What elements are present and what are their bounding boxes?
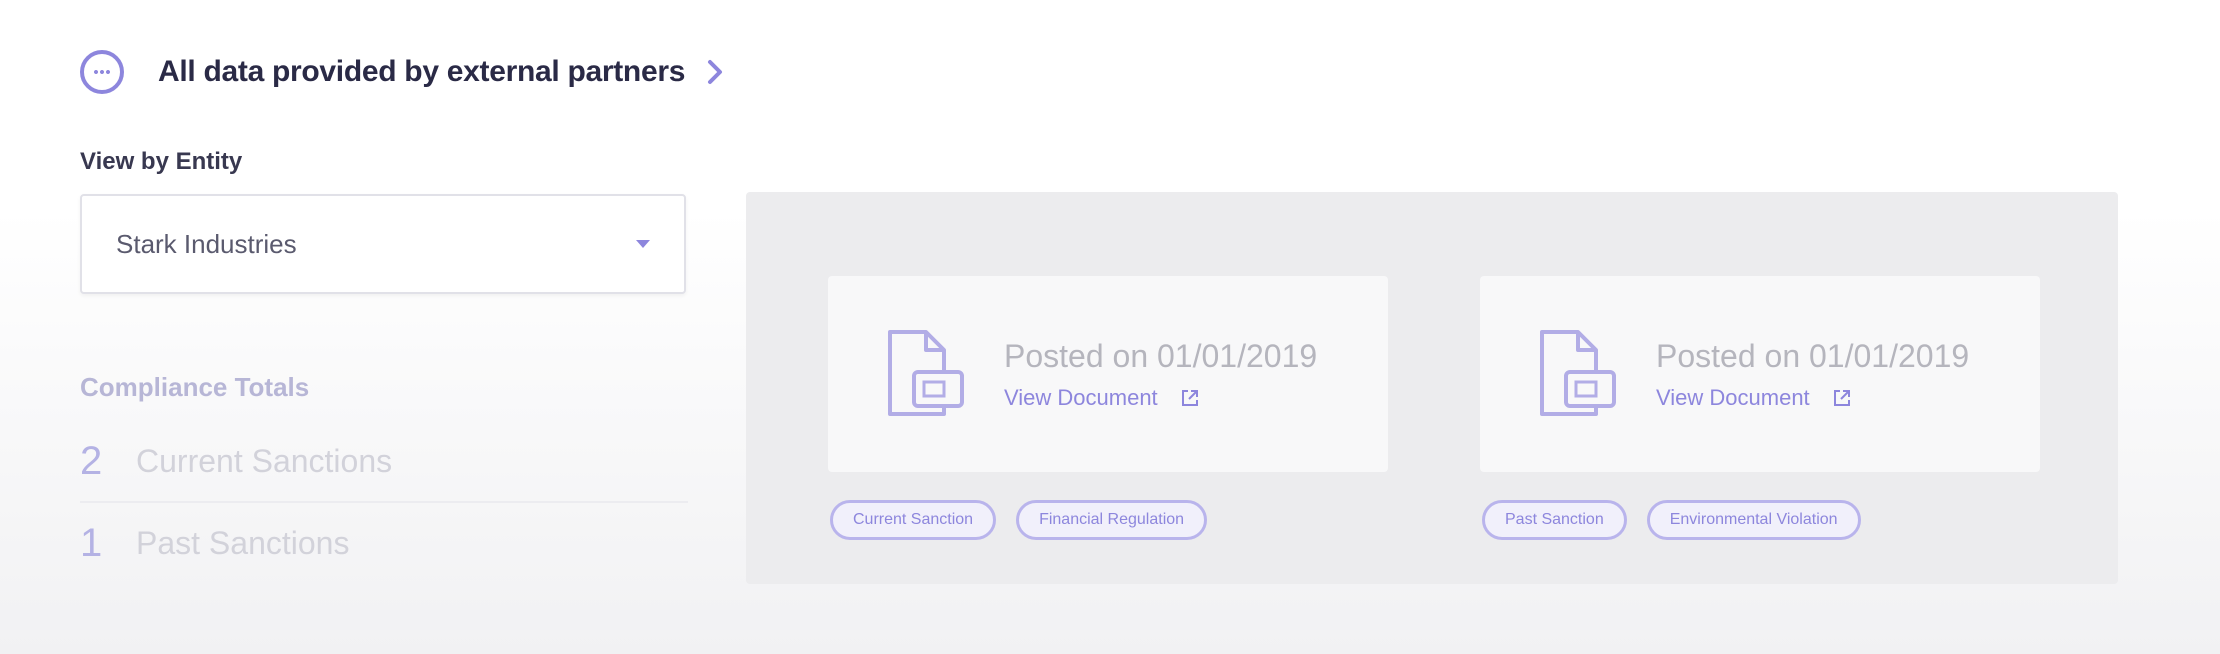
entity-select-label: View by Entity: [80, 148, 243, 175]
total-count: 1: [80, 520, 103, 565]
documents-panel: Posted on 01/01/2019 View Document Curre…: [746, 192, 2118, 584]
tag-chip[interactable]: Current Sanction: [830, 500, 997, 540]
document-tags: Past Sanction Environmental Violation: [1482, 500, 1861, 540]
total-label: Past Sanctions: [136, 524, 350, 561]
document-tags: Current Sanction Financial Regulation: [830, 500, 1208, 540]
info-dots-icon: [80, 50, 124, 94]
caret-down-icon: [636, 240, 650, 248]
compliance-totals-title: Compliance Totals: [80, 372, 310, 402]
document-icon: [888, 330, 964, 416]
entity-select[interactable]: Stark Industries: [80, 194, 686, 294]
total-row-past: 1 Past Sanctions: [80, 503, 688, 583]
view-document-link[interactable]: View Document: [1656, 385, 1969, 411]
entity-select-value: Stark Industries: [116, 228, 297, 259]
tag-chip[interactable]: Past Sanction: [1482, 500, 1627, 540]
notice-text: All data provided by external partners: [158, 55, 686, 88]
tag-chip[interactable]: Financial Regulation: [1016, 500, 1208, 540]
total-count: 2: [80, 438, 103, 483]
compliance-totals: Compliance Totals 2 Current Sanctions 1 …: [80, 372, 688, 583]
view-document-label: View Document: [1004, 384, 1158, 410]
external-link-icon: [1181, 389, 1198, 406]
external-link-icon: [1833, 389, 1850, 406]
document-posted-date: Posted on 01/01/2019: [1004, 337, 1318, 374]
document-card: Posted on 01/01/2019 View Document: [1480, 276, 2040, 472]
page: All data provided by external partners V…: [0, 0, 2220, 654]
view-document-label: View Document: [1656, 384, 1810, 410]
tag-chip[interactable]: Environmental Violation: [1646, 500, 1861, 540]
document-icon: [1540, 330, 1616, 416]
view-document-link[interactable]: View Document: [1004, 385, 1317, 411]
chevron-right-icon[interactable]: [701, 58, 729, 86]
total-label: Current Sanctions: [136, 442, 393, 479]
external-partners-notice[interactable]: All data provided by external partners: [80, 48, 729, 96]
total-row-current: 2 Current Sanctions: [80, 421, 688, 503]
document-card: Posted on 01/01/2019 View Document: [828, 276, 1388, 472]
document-posted-date: Posted on 01/01/2019: [1656, 337, 1970, 374]
